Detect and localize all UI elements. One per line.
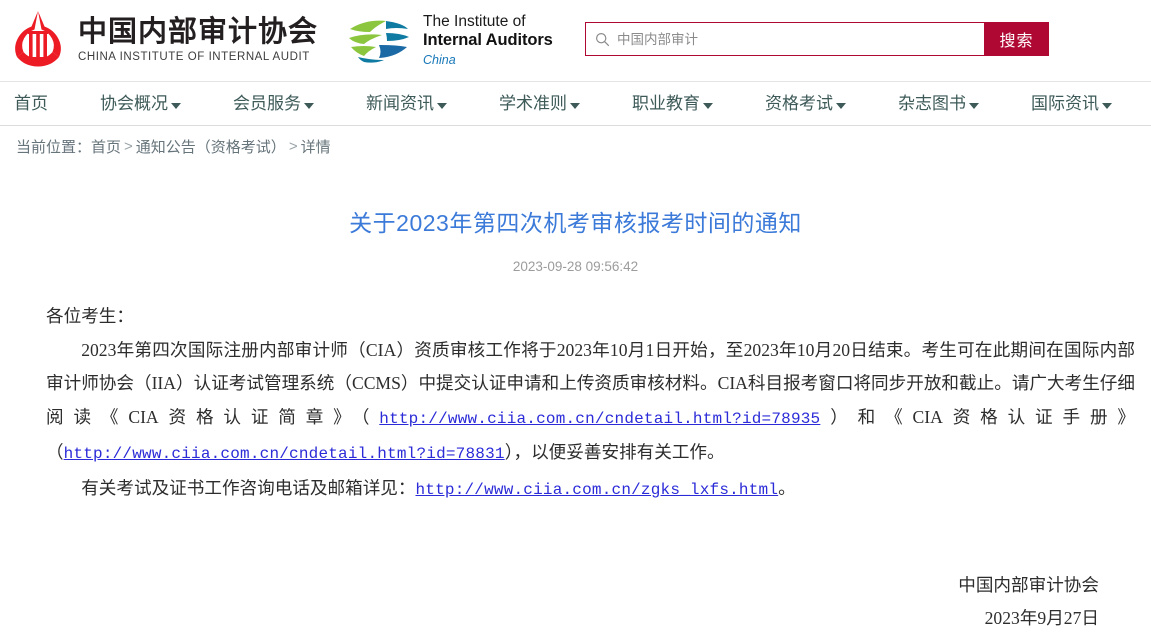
chevron-down-icon [570, 102, 580, 109]
iia-china-logo[interactable]: The Institute of Internal Auditors China [346, 13, 553, 68]
site-header: 中国内部审计协会 CHINA INSTITUTE OF INTERNAL AUD… [0, 0, 1151, 81]
iia-logo-text: The Institute of Internal Auditors China [423, 13, 553, 68]
ciia-logo-cn: 中国内部审计协会 [78, 15, 319, 48]
chevron-down-icon [969, 102, 979, 109]
nav-item-label: 学术准则 [499, 94, 567, 113]
nav-item-home[interactable]: 首页 [14, 95, 48, 112]
nav-item-publications[interactable]: 杂志图书 [898, 95, 979, 112]
search-icon [595, 32, 610, 47]
nav-item-label: 资格考试 [765, 94, 833, 113]
iia-line-2: Internal Auditors [423, 31, 553, 50]
nav-item-about[interactable]: 协会概况 [100, 95, 181, 112]
signature-org: 中国内部审计协会 [958, 575, 1099, 595]
chevron-down-icon [703, 102, 713, 109]
link-contact-info[interactable]: http://www.ciia.com.cn/zgks_lxfs.html [415, 481, 778, 499]
salutation: 各位考生： [46, 306, 134, 326]
page-title: 关于2023年第四次机考审核报考时间的通知 [349, 210, 802, 236]
chevron-down-icon [836, 102, 846, 109]
breadcrumb-item-detail: 详情 [300, 138, 331, 156]
iia-line-1: The Institute of [423, 13, 526, 31]
chevron-down-icon [437, 102, 447, 109]
paragraph-2-text-a: 有关考试及证书工作咨询电话及邮箱详见： [81, 477, 416, 498]
link-cia-handbook[interactable]: http://www.ciia.com.cn/cndetail.html?id=… [64, 445, 505, 463]
article-body: 各位考生： 2023年第四次国际注册内部审计师（CIA）资质审核工作将于2023… [0, 300, 1151, 507]
nav-item-label: 职业教育 [632, 94, 700, 113]
breadcrumb-item-home[interactable]: 首页 [91, 136, 121, 157]
iia-globe-icon [346, 16, 412, 66]
search-input[interactable] [617, 31, 984, 47]
signature-block: 中国内部审计协会 2023年9月27日 [0, 569, 1151, 634]
nav-item-label: 国际资讯 [1031, 94, 1099, 113]
ciia-logo[interactable]: 中国内部审计协会 CHINA INSTITUTE OF INTERNAL AUD… [8, 10, 318, 72]
chevron-down-icon [171, 102, 181, 109]
signature-date: 2023年9月27日 [984, 608, 1099, 628]
breadcrumb-separator: > [124, 137, 133, 155]
paragraph-1: 2023年第四次国际注册内部审计师（CIA）资质审核工作将于2023年10月1日… [46, 334, 1135, 472]
nav-item-news[interactable]: 新闻资讯 [366, 95, 447, 112]
nav-item-education[interactable]: 职业教育 [632, 95, 713, 112]
breadcrumb: 当前位置： 首页 > 通知公告（资格考试） > 详情 [0, 126, 1151, 166]
article: 关于2023年第四次机考审核报考时间的通知 2023-09-28 09:56:4… [0, 204, 1151, 634]
chevron-down-icon [1102, 102, 1112, 109]
paragraph-2-text-b: 。 [778, 477, 796, 498]
nav-item-label: 杂志图书 [898, 94, 966, 113]
search-bar[interactable]: 搜索 [585, 22, 1049, 56]
nav-item-member-services[interactable]: 会员服务 [233, 95, 314, 112]
paragraph-1-text-c: ），以便妥善安排有关工作。 [504, 442, 725, 462]
ciia-logo-en: CHINA INSTITUTE OF INTERNAL AUDIT [78, 51, 310, 64]
nav-item-label: 新闻资讯 [366, 94, 434, 113]
search-field[interactable] [585, 22, 984, 56]
nav-item-label: 首页 [14, 94, 48, 113]
ciia-logo-text: 中国内部审计协会 CHINA INSTITUTE OF INTERNAL AUD… [78, 16, 318, 65]
nav-item-label: 会员服务 [233, 94, 301, 113]
publish-timestamp: 2023-09-28 09:56:42 [512, 259, 639, 274]
breadcrumb-label: 当前位置： [16, 138, 92, 156]
chevron-down-icon [304, 102, 314, 109]
nav-item-exams[interactable]: 资格考试 [765, 95, 846, 112]
main-nav: 首页 协会概况 会员服务 新闻资讯 学术准则 职业教育 资格考试 杂志图书 国际… [0, 81, 1151, 126]
nav-item-label: 协会概况 [100, 94, 168, 113]
breadcrumb-item-notices[interactable]: 通知公告（资格考试） [136, 136, 286, 157]
search-button[interactable]: 搜索 [984, 22, 1049, 56]
iia-line-3: China [423, 53, 456, 68]
paragraph-2: 有关考试及证书工作咨询电话及邮箱详见：http://www.ciia.com.c… [46, 472, 1135, 508]
ciia-emblem-icon [8, 10, 68, 72]
link-cia-brochure[interactable]: http://www.ciia.com.cn/cndetail.html?id=… [379, 410, 820, 428]
nav-item-standards[interactable]: 学术准则 [499, 95, 580, 112]
breadcrumb-separator: > [288, 137, 298, 155]
nav-item-international[interactable]: 国际资讯 [1031, 95, 1112, 112]
